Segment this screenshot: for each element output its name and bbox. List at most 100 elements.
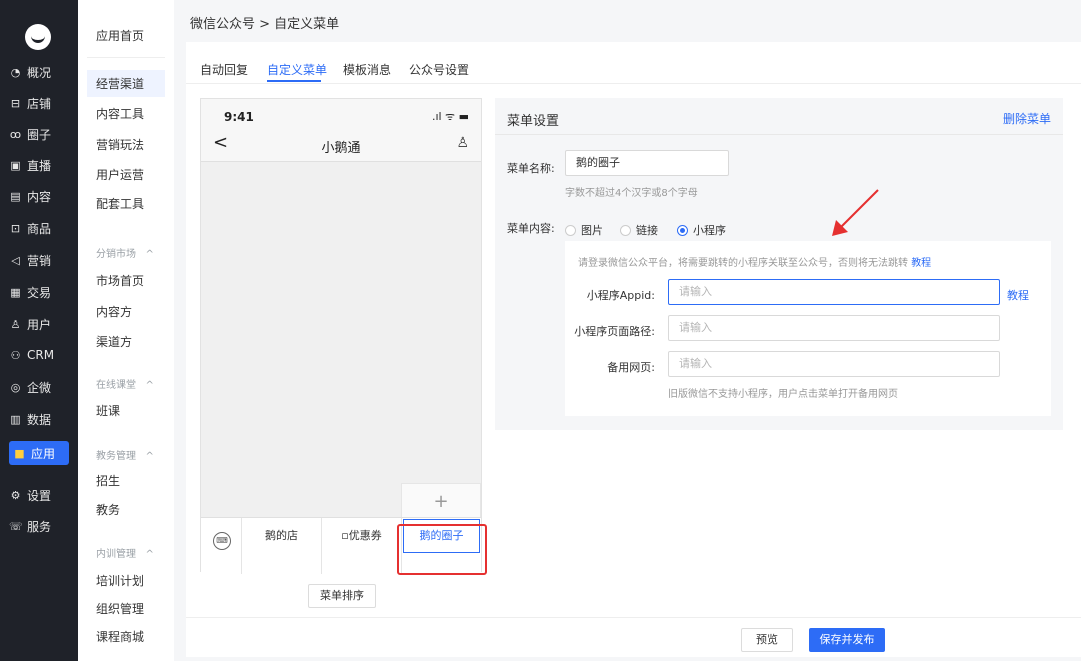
nav-item-apps[interactable]: ■ 应用 [9, 441, 69, 465]
user-icon: ♙ [10, 317, 21, 331]
subnav-user-ops[interactable]: 用户运营 [96, 166, 144, 183]
subnav-content-side[interactable]: 内容方 [96, 303, 132, 320]
wecom-icon: ◎ [10, 380, 21, 394]
group-label: 内训管理 [96, 549, 136, 560]
subnav-group-training[interactable]: 内训管理 ^ [96, 545, 154, 560]
nav-item-store[interactable]: ⊟ 店铺 [0, 91, 78, 115]
appid-tutorial-link[interactable]: 教程 [1007, 287, 1029, 303]
nav-item-content[interactable]: ▤ 内容 [0, 184, 78, 208]
subnav-content-tools[interactable]: 内容工具 [96, 105, 144, 122]
settings-title: 菜单设置 [507, 114, 560, 129]
subnav-app-home[interactable]: 应用首页 [96, 27, 144, 44]
page-path-input[interactable]: 请输入 [668, 315, 1000, 341]
divider [495, 134, 1063, 135]
store-icon: ⊟ [10, 96, 21, 110]
nav-item-settings[interactable]: ⚙ 设置 [0, 483, 78, 507]
nav-item-trade[interactable]: ▦ 交易 [0, 280, 78, 304]
radio-image[interactable]: 图片 [565, 222, 603, 238]
subnav-training-plan[interactable]: 培训计划 [96, 572, 144, 589]
delete-menu-link[interactable]: 删除菜单 [1003, 110, 1051, 127]
nav-item-user[interactable]: ♙ 用户 [0, 312, 78, 336]
clock-icon: ◔ [10, 65, 21, 79]
radio-circle [677, 224, 688, 236]
marketing-icon: ◁ [11, 253, 20, 267]
appid-input[interactable]: 请输入 [668, 279, 1000, 305]
tab-account-settings[interactable]: 公众号设置 [409, 61, 469, 78]
menu-content-label: 菜单内容: [507, 222, 555, 235]
phone-title: 小鹅通 [321, 141, 361, 156]
subnav-business-channel[interactable]: 经营渠道 [87, 70, 165, 97]
live-icon: ▣ [10, 158, 21, 172]
highlight-box [397, 524, 487, 575]
radio-circle [565, 224, 576, 236]
crm-icon: ⚇ [10, 348, 21, 362]
subnav-group-distribution[interactable]: 分销市场 ^ [96, 245, 154, 260]
page-path-label: 小程序页面路径: [574, 325, 655, 338]
save-publish-button[interactable]: 保存并发布 [809, 628, 885, 652]
nav-label: 应用 [31, 446, 56, 461]
nav-item-goods[interactable]: ⊡ 商品 [0, 216, 78, 240]
menu-name-hint: 字数不超过4个汉字或8个字母 [565, 188, 698, 199]
tutorial-link[interactable]: 教程 [911, 258, 931, 269]
radio-miniprogram[interactable]: 小程序 [677, 222, 726, 238]
nav-item-circle[interactable]: ꝏ 圈子 [0, 122, 78, 146]
nav-item-marketing[interactable]: ◁ 营销 [0, 248, 78, 272]
menu-sort-button[interactable]: 菜单排序 [308, 584, 376, 608]
menu-item-coupon[interactable]: ▫优惠券 [322, 518, 401, 574]
tab-template-message[interactable]: 模板消息 [343, 61, 391, 78]
menu-item-store[interactable]: 鹅的店 [242, 518, 321, 574]
subnav-market-home[interactable]: 市场首页 [96, 272, 144, 289]
subnav-marketing-play[interactable]: 营销玩法 [96, 136, 144, 153]
tab-custom-menu[interactable]: 自定义菜单 [267, 61, 327, 78]
tab-active-indicator [267, 80, 321, 82]
goods-icon: ⊡ [10, 221, 21, 235]
annotation-arrow-icon [832, 189, 879, 236]
nav-label: 概况 [27, 65, 52, 80]
apps-icon: ■ [14, 446, 25, 460]
breadcrumb: 微信公众号 > 自定义菜单 [190, 17, 340, 32]
radio-link[interactable]: 链接 [620, 222, 658, 238]
nav-label: CRM [27, 348, 55, 362]
nav-label: 服务 [27, 519, 52, 534]
phone-header: 9:41 .ıl ᯤ ▬ < 小鹅通 ♙ [201, 99, 481, 162]
tab-bar: 自动回复 自定义菜单 模板消息 公众号设置 [186, 42, 1081, 84]
menu-settings-panel: 菜单设置 删除菜单 菜单名称: 鹅的圈子 字数不超过4个汉字或8个字母 菜单内容… [495, 98, 1063, 430]
app-logo[interactable] [25, 24, 51, 50]
menu-name-input[interactable]: 鹅的圈子 [565, 150, 729, 176]
divider [87, 57, 165, 58]
nav-label: 直播 [27, 158, 52, 173]
nav-label: 商品 [27, 221, 52, 236]
preview-button[interactable]: 预览 [741, 628, 793, 652]
nav-label: 交易 [27, 285, 52, 300]
phone-time: 9:41 [224, 110, 254, 124]
chevron-up-icon: ^ [145, 380, 154, 391]
subnav-class[interactable]: 班课 [96, 402, 120, 419]
nav-label: 数据 [27, 412, 52, 427]
add-submenu-button[interactable]: + [401, 483, 481, 518]
subnav-channel-side[interactable]: 渠道方 [96, 333, 132, 350]
nav-item-service[interactable]: ☏ 服务 [0, 514, 78, 538]
nav-label: 企微 [27, 380, 52, 395]
chevron-up-icon: ^ [145, 549, 154, 560]
radio-label: 链接 [636, 224, 658, 237]
subnav-group-online[interactable]: 在线课堂 ^ [96, 376, 154, 391]
subnav-org-manage[interactable]: 组织管理 [96, 600, 144, 617]
data-icon: ▥ [10, 412, 21, 426]
subnav-course-mall[interactable]: 课程商城 [96, 628, 144, 645]
keyboard-icon[interactable]: ⌨ [213, 532, 231, 550]
nav-item-data[interactable]: ▥ 数据 [0, 407, 78, 431]
radio-label: 图片 [581, 224, 603, 237]
nav-item-live[interactable]: ▣ 直播 [0, 153, 78, 177]
subnav-group-edu[interactable]: 教务管理 ^ [96, 447, 154, 462]
backup-page-input[interactable]: 请输入 [668, 351, 1000, 377]
nav-item-wecom[interactable]: ◎ 企微 [0, 375, 78, 399]
subnav-enroll[interactable]: 招生 [96, 472, 120, 489]
subnav-support-tools[interactable]: 配套工具 [96, 195, 144, 212]
subnav-academic[interactable]: 教务 [96, 501, 120, 518]
menu-name-label: 菜单名称: [507, 162, 555, 175]
tab-auto-reply[interactable]: 自动回复 [200, 61, 248, 78]
service-icon: ☏ [9, 519, 23, 533]
nav-item-crm[interactable]: ⚇ CRM [0, 343, 78, 367]
nav-item-overview[interactable]: ◔ 概况 [0, 60, 78, 84]
radio-circle [620, 224, 631, 236]
